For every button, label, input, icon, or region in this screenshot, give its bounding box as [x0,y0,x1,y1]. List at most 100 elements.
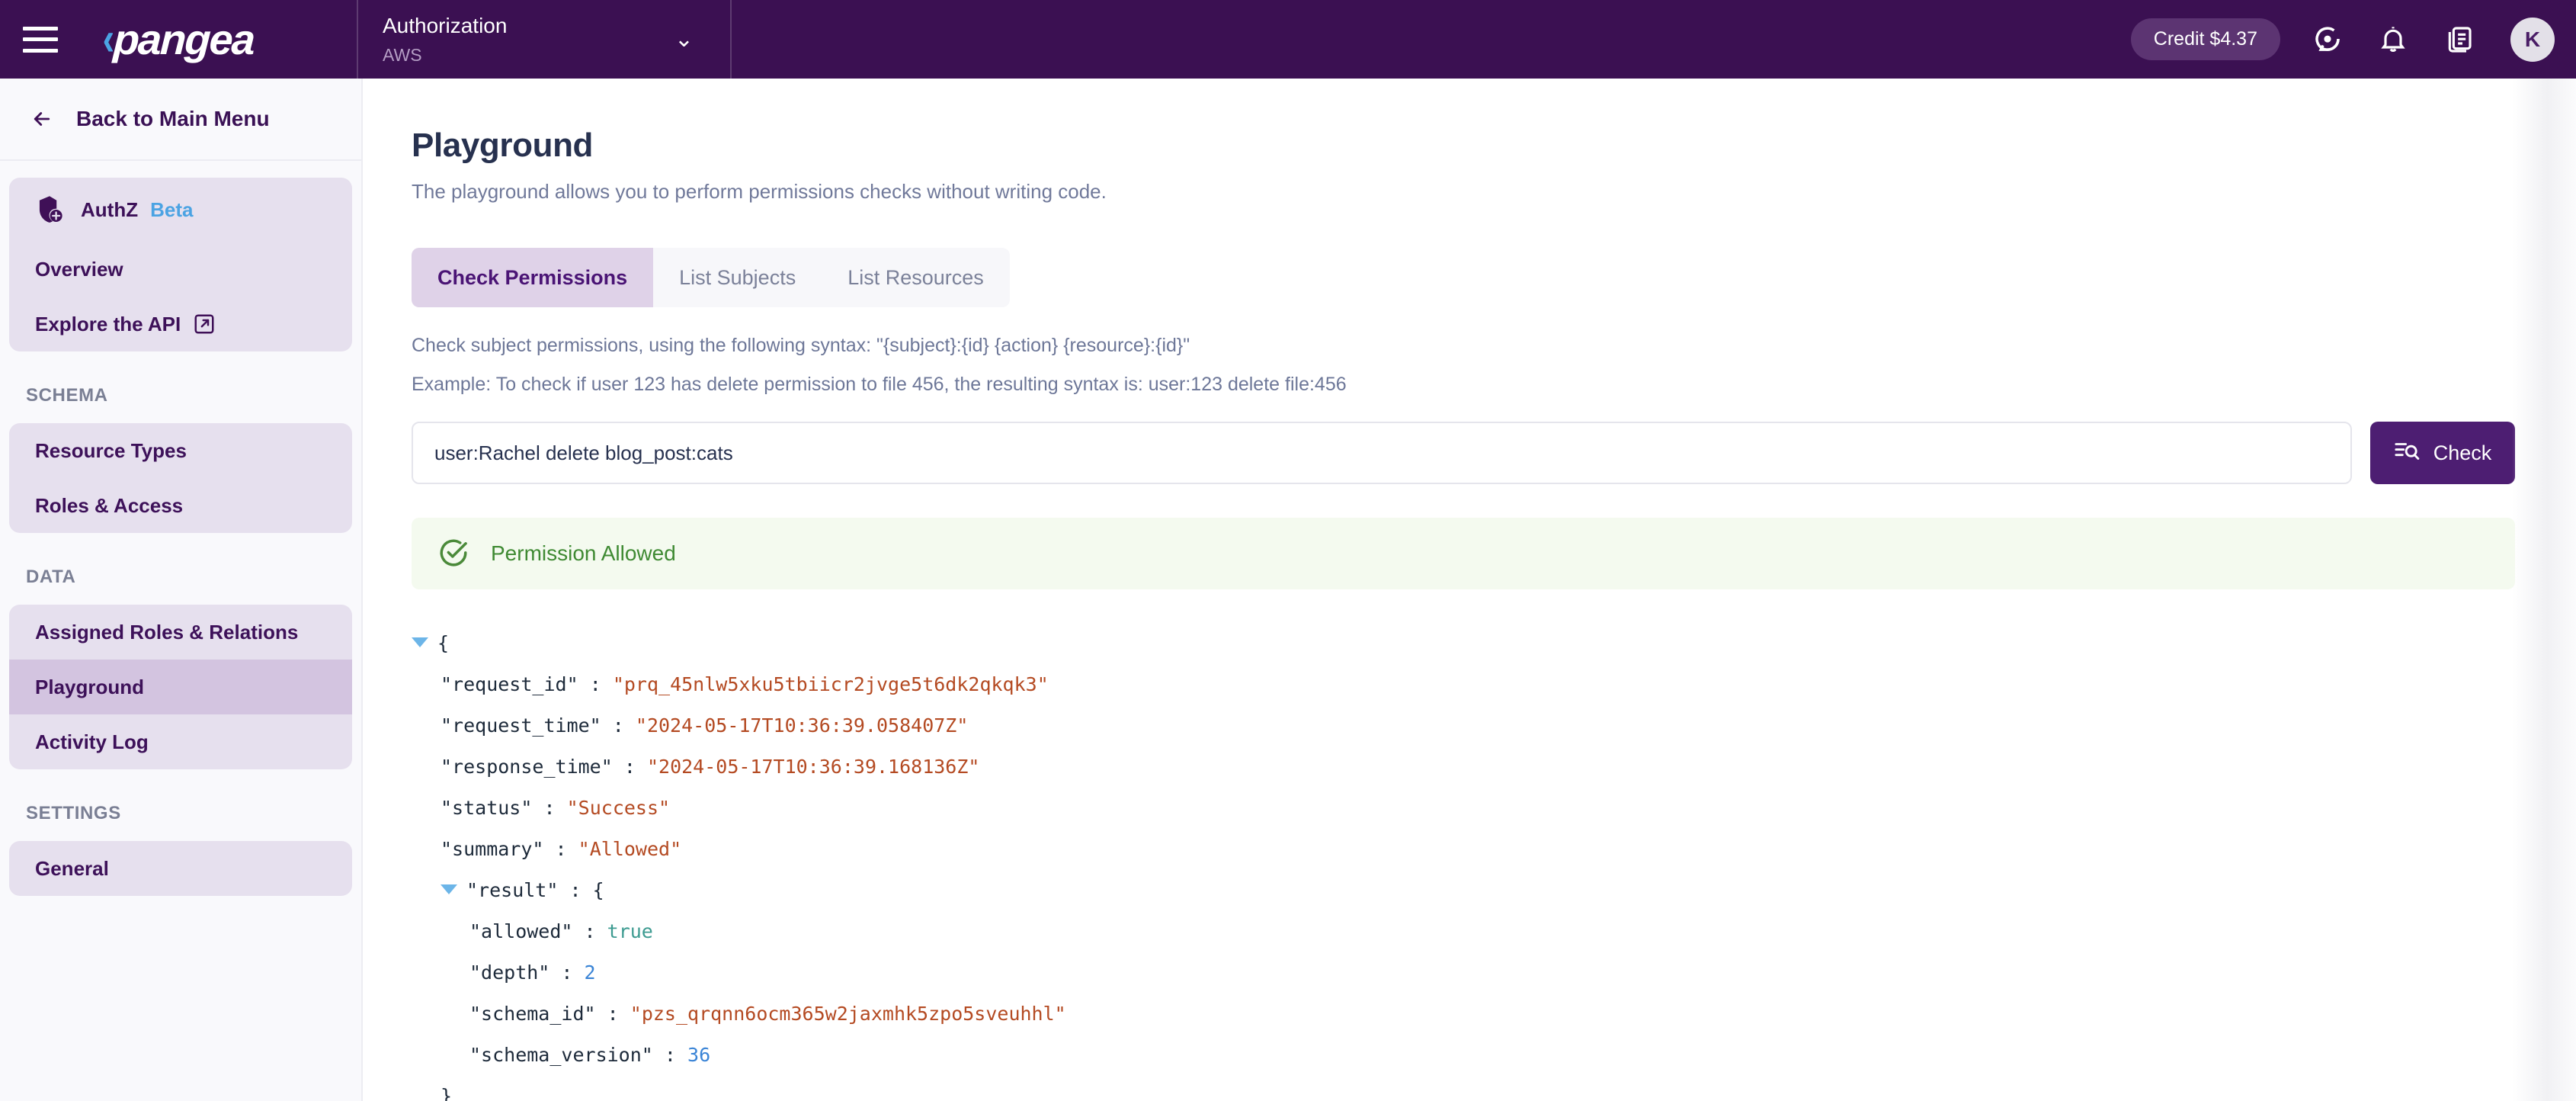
tab-bar: Check Permissions List Subjects List Res… [412,248,1010,307]
sidebar-item-activity-log[interactable]: Activity Log [9,714,352,769]
project-selector[interactable]: Authorization AWS ⌄ [357,0,730,79]
sidebar-item-playground[interactable]: Playground [9,660,352,714]
logo-wordmark: pangea [112,15,255,63]
external-link-icon [193,313,216,335]
json-line-root-open: { [412,623,2576,664]
sidebar-item-label: General [35,856,109,880]
sidebar-group-settings: General [9,841,352,896]
project-subtitle: AWS [383,44,422,65]
tab-list-resources[interactable]: List Resources [822,248,1010,307]
check-circle-icon [437,536,469,572]
sidebar-item-overview[interactable]: Overview [9,242,352,297]
json-colon: : [623,756,636,778]
topbar-actions: Credit $4.37 K [2130,0,2555,79]
manage-search-icon [2394,438,2420,469]
json-key: "summary" [441,838,544,860]
json-brace: } [441,1085,453,1101]
json-key: "schema_id" [469,1003,596,1025]
sidebar-item-label: Explore the API [35,312,181,335]
json-line-result-close: } [412,1076,2576,1101]
sidebar-group-data: Assigned Roles & Relations Playground Ac… [9,605,352,769]
sidebar-section-label-settings: SETTINGS [26,803,121,823]
sidebar-group-product: AuthZ Beta Overview Explore the API [9,178,352,351]
page-subtitle: The playground allows you to perform per… [412,180,1107,203]
json-line-request-time: "request_time" : "2024-05-17T10:36:39.05… [412,705,2576,746]
json-key: "depth" [469,961,550,984]
json-value: "prq_45nlw5xku5tbiicr2jvge5t6dk2qkqk3" [612,673,1049,695]
json-key: "request_id" [441,673,578,695]
sidebar-product-label: AuthZ [81,197,139,221]
sidebar-item-assigned-roles-relations[interactable]: Assigned Roles & Relations [9,605,352,660]
hamburger-icon[interactable] [23,26,58,53]
sidebar-item-roles-access[interactable]: Roles & Access [9,478,352,533]
check-button-label: Check [2433,441,2492,464]
collapse-caret-root[interactable] [412,637,428,647]
json-line-schema-id: "schema_id" : "pzs_qrqnn6ocm365w2jaxmhk5… [412,993,2576,1035]
json-key: "status" [441,797,533,819]
json-line-response-time: "response_time" : "2024-05-17T10:36:39.1… [412,746,2576,788]
sidebar-section-label-data: DATA [26,567,76,587]
avatar[interactable]: K [2510,17,2555,62]
example-hint: Example: To check if user 123 has delete… [412,374,1347,395]
json-brace: { [592,879,604,901]
sidebar-item-general[interactable]: General [9,841,352,896]
json-colon: : [555,838,567,860]
json-line-status: "status" : "Success" [412,788,2576,829]
json-value: "2024-05-17T10:36:39.058407Z" [635,714,969,737]
sidebar-item-label: Resource Types [35,438,187,462]
collapse-caret-result[interactable] [441,884,457,894]
chevron-down-icon[interactable]: ⌄ [674,27,694,51]
json-colon: : [664,1044,676,1066]
json-colon: : [561,961,573,984]
pangea-logo[interactable]: ‹ pangea [101,0,255,79]
sidebar: Back to Main Menu AuthZ Beta Overview Ex… [0,79,363,1101]
json-value: "Allowed" [578,838,682,860]
json-line-depth: "depth" : 2 [412,952,2576,993]
sidebar-item-authz[interactable]: AuthZ Beta [9,178,352,242]
back-to-main-menu-button[interactable]: Back to Main Menu [0,79,361,161]
back-label: Back to Main Menu [76,107,270,130]
shield-plus-icon [35,194,64,225]
json-colon: : [612,714,624,737]
sidebar-item-resource-types[interactable]: Resource Types [9,423,352,478]
json-key: "response_time" [441,756,613,778]
json-line-summary: "summary" : "Allowed" [412,829,2576,870]
query-row: Check [412,422,2515,484]
docs-icon[interactable] [2440,21,2477,58]
json-brace: { [437,632,450,654]
json-line-result-open: "result" : { [412,870,2576,911]
json-value: 2 [584,961,596,984]
page-title: Playground [412,127,594,164]
beta-badge: Beta [150,197,194,221]
chat-icon[interactable] [2309,21,2346,58]
project-name: Authorization [383,13,508,37]
sidebar-item-label: Activity Log [35,730,149,753]
json-response-viewer: { "request_id" : "prq_45nlw5xku5tbiicr2j… [412,623,2576,1101]
json-key: "schema_version" [469,1044,653,1066]
json-key: "allowed" [469,920,573,942]
json-key: "result" [466,879,559,901]
sidebar-item-explore-api[interactable]: Explore the API [9,297,352,351]
sidebar-item-label: Assigned Roles & Relations [35,620,299,644]
sidebar-section-label-schema: SCHEMA [26,385,108,406]
json-colon: : [543,797,556,819]
main-content: Playground The playground allows you to … [364,79,2576,1101]
json-line-schema-version: "schema_version" : 36 [412,1035,2576,1076]
json-colon: : [569,879,582,901]
permission-result-text: Permission Allowed [491,541,676,565]
arrow-left-icon [27,106,58,132]
json-value: "2024-05-17T10:36:39.168136Z" [646,756,980,778]
credit-badge[interactable]: Credit $4.37 [2130,18,2280,60]
tab-list-subjects[interactable]: List Subjects [653,248,822,307]
json-value: true [607,920,653,942]
permission-result-banner: Permission Allowed [412,518,2515,589]
json-line-request-id: "request_id" : "prq_45nlw5xku5tbiicr2jvg… [412,664,2576,705]
tab-check-permissions[interactable]: Check Permissions [412,248,654,307]
json-key: "request_time" [441,714,601,737]
sidebar-group-schema: Resource Types Roles & Access [9,423,352,533]
bell-icon[interactable] [2375,21,2411,58]
permission-check-input[interactable] [412,422,2352,484]
json-colon: : [584,920,596,942]
check-button[interactable]: Check [2370,422,2515,484]
sidebar-item-label: Playground [35,675,145,698]
